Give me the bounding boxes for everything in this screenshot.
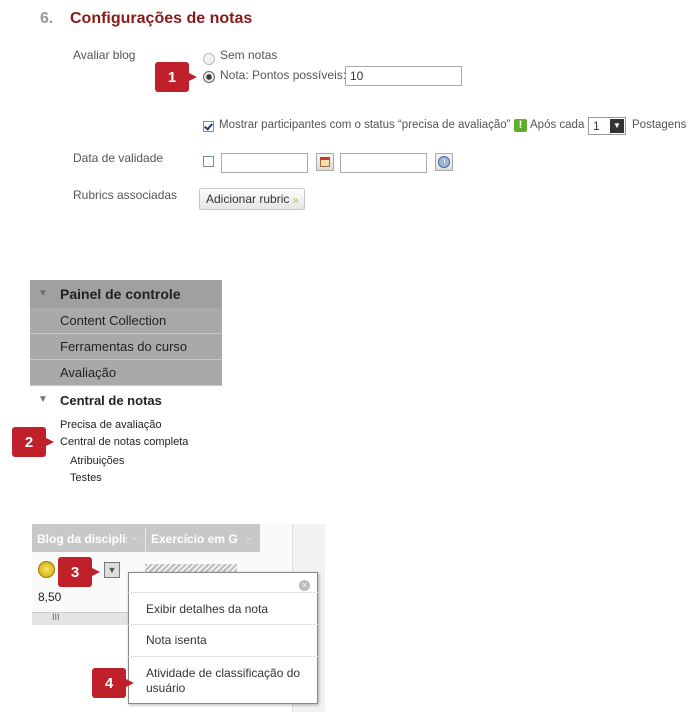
horizontal-scrollbar[interactable]: III <box>32 612 128 625</box>
calendar-icon[interactable] <box>316 153 334 171</box>
clock-icon[interactable] <box>435 153 453 171</box>
close-icon[interactable]: × <box>299 580 310 591</box>
due-date-label: Data de validade <box>73 151 164 165</box>
nav-assignments[interactable]: Atribuições <box>70 455 124 467</box>
section-title: Configurações de notas <box>70 10 253 27</box>
menu-item-exempt-grade[interactable]: Nota isenta <box>130 633 318 647</box>
due-date-checkbox[interactable] <box>203 156 214 167</box>
control-panel-item-evaluation[interactable]: Avaliação <box>30 360 222 386</box>
after-count-value: 1 <box>593 119 600 133</box>
posts-label: Postagens <box>632 119 687 131</box>
no-grade-radio[interactable] <box>203 53 215 65</box>
points-input[interactable]: 10 <box>345 66 462 86</box>
menu-item-user-grading-activity[interactable]: Atividade de classificação do usuário <box>130 666 318 696</box>
control-panel-item-course-tools[interactable]: Ferramentas do curso <box>30 334 222 360</box>
cell-menu-chevron-icon[interactable]: ▼ <box>104 562 120 578</box>
add-rubric-label: Adicionar rubric <box>206 192 290 206</box>
section-number: 6. <box>40 10 54 27</box>
scroll-grip: III <box>52 612 60 622</box>
expand-arrow-icon: ▼ <box>38 394 48 405</box>
grid-col-blog[interactable]: Blog da disciplin <box>37 532 127 546</box>
rubrics-label: Rubrics associadas <box>73 188 178 202</box>
collapse-arrow-icon: ▼ <box>38 288 48 299</box>
menu-divider <box>128 624 318 626</box>
callout-3: 3 <box>58 557 100 587</box>
needs-grading-icon: ! <box>514 119 527 132</box>
due-date-input[interactable] <box>221 153 308 173</box>
control-panel-item-content-collection[interactable]: Content Collection <box>30 308 222 334</box>
add-rubric-button[interactable]: Adicionar rubric » <box>199 188 306 210</box>
callout-2: 2 <box>12 427 54 457</box>
points-label: Nota: Pontos possíveis: <box>220 68 347 82</box>
chevron-down-icon[interactable]: ⌄ <box>244 530 253 543</box>
callout-1: 1 <box>155 62 197 92</box>
pending-cell-hatch <box>145 564 237 572</box>
no-grade-label: Sem notas <box>220 48 278 62</box>
chevron-down-icon: » <box>292 195 299 206</box>
menu-divider <box>128 656 318 658</box>
menu-divider <box>128 592 318 594</box>
due-time-input[interactable] <box>340 153 427 173</box>
show-participants-checkbox[interactable] <box>203 121 214 132</box>
grid-col-exercise[interactable]: Exercício em G <box>151 532 241 546</box>
score-value: 8,50 <box>38 590 62 604</box>
show-participants-label: Mostrar participantes com o status “prec… <box>219 119 511 131</box>
after-count-select[interactable]: 1 ▼ <box>588 117 626 135</box>
callout-4: 4 <box>92 668 134 698</box>
control-panel-header[interactable]: ▼ Painel de controle <box>30 280 222 308</box>
gradebook-title[interactable]: Central de notas <box>60 393 162 408</box>
points-radio[interactable] <box>203 71 215 83</box>
nav-tests[interactable]: Testes <box>70 472 102 484</box>
control-panel-title: Painel de controle <box>60 286 181 302</box>
nav-needs-grading[interactable]: Precisa de avaliação <box>60 419 162 431</box>
column-divider <box>145 528 146 552</box>
menu-item-view-grade-details[interactable]: Exibir detalhes da nota <box>130 602 318 616</box>
needs-grading-status-icon <box>38 561 55 578</box>
grade-label: Avaliar blog <box>73 48 136 62</box>
nav-full-grade-center[interactable]: Central de notas completa <box>60 436 188 448</box>
chevron-down-icon[interactable]: ⌄ <box>130 530 139 543</box>
chevron-down-icon: ▼ <box>610 119 624 133</box>
after-each-label: Após cada <box>530 119 585 131</box>
